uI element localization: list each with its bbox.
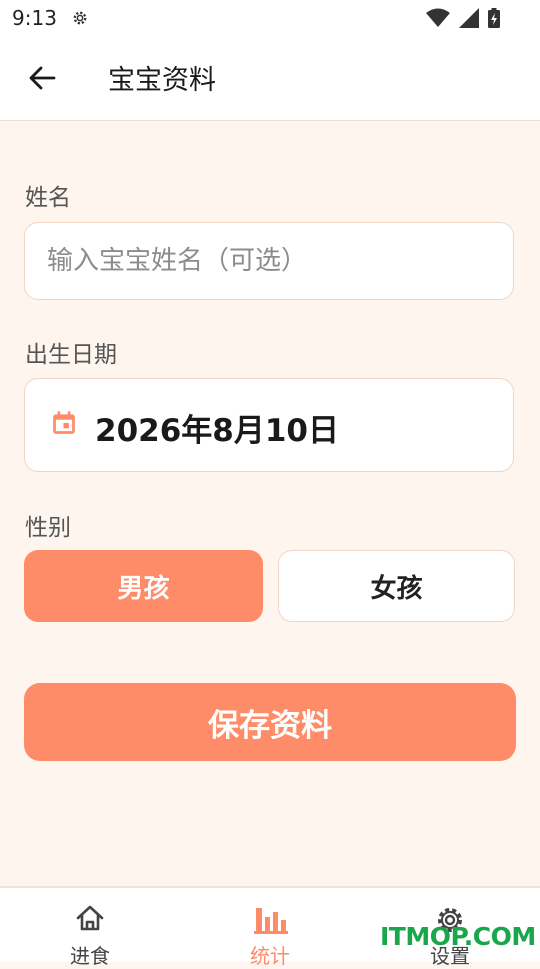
battery-icon xyxy=(488,8,500,28)
gender-girl-button[interactable]: 女孩 xyxy=(278,550,515,622)
signal-icon xyxy=(458,8,479,28)
page-title: 宝宝资料 xyxy=(108,65,216,96)
birth-date-picker[interactable]: 2026年8月10日 xyxy=(24,378,514,472)
save-profile-button[interactable]: 保存资料 xyxy=(24,683,516,761)
birth-date-label: 出生日期 xyxy=(25,342,117,368)
gender-boy-label: 男孩 xyxy=(117,573,170,604)
birth-date-value: 2026年8月10日 xyxy=(95,413,339,449)
name-label: 姓名 xyxy=(25,185,71,211)
settings-gear-icon xyxy=(73,11,87,25)
app-bar: 宝宝资料 xyxy=(0,36,540,121)
status-icons xyxy=(422,8,500,28)
wifi-icon xyxy=(425,8,450,27)
name-field-card xyxy=(24,222,514,300)
nav-label-feeding: 进食 xyxy=(70,944,110,968)
back-arrow-icon[interactable] xyxy=(22,58,62,98)
gender-girl-label: 女孩 xyxy=(370,573,423,604)
watermark: ITMOP.COM xyxy=(380,922,536,951)
home-icon xyxy=(76,905,104,931)
nav-item-feeding[interactable]: 进食 xyxy=(20,888,160,968)
status-time: 9:13 xyxy=(12,6,57,30)
calendar-icon xyxy=(53,411,75,434)
gender-label: 性别 xyxy=(25,515,71,541)
nav-item-stats[interactable]: 统计 xyxy=(200,888,340,968)
baby-name-input[interactable] xyxy=(45,223,489,299)
status-bar: 9:13 xyxy=(0,0,540,36)
nav-label-stats: 统计 xyxy=(250,944,290,968)
save-profile-label: 保存资料 xyxy=(208,707,332,744)
gender-boy-button[interactable]: 男孩 xyxy=(24,550,263,622)
bar-chart-icon xyxy=(254,908,288,934)
